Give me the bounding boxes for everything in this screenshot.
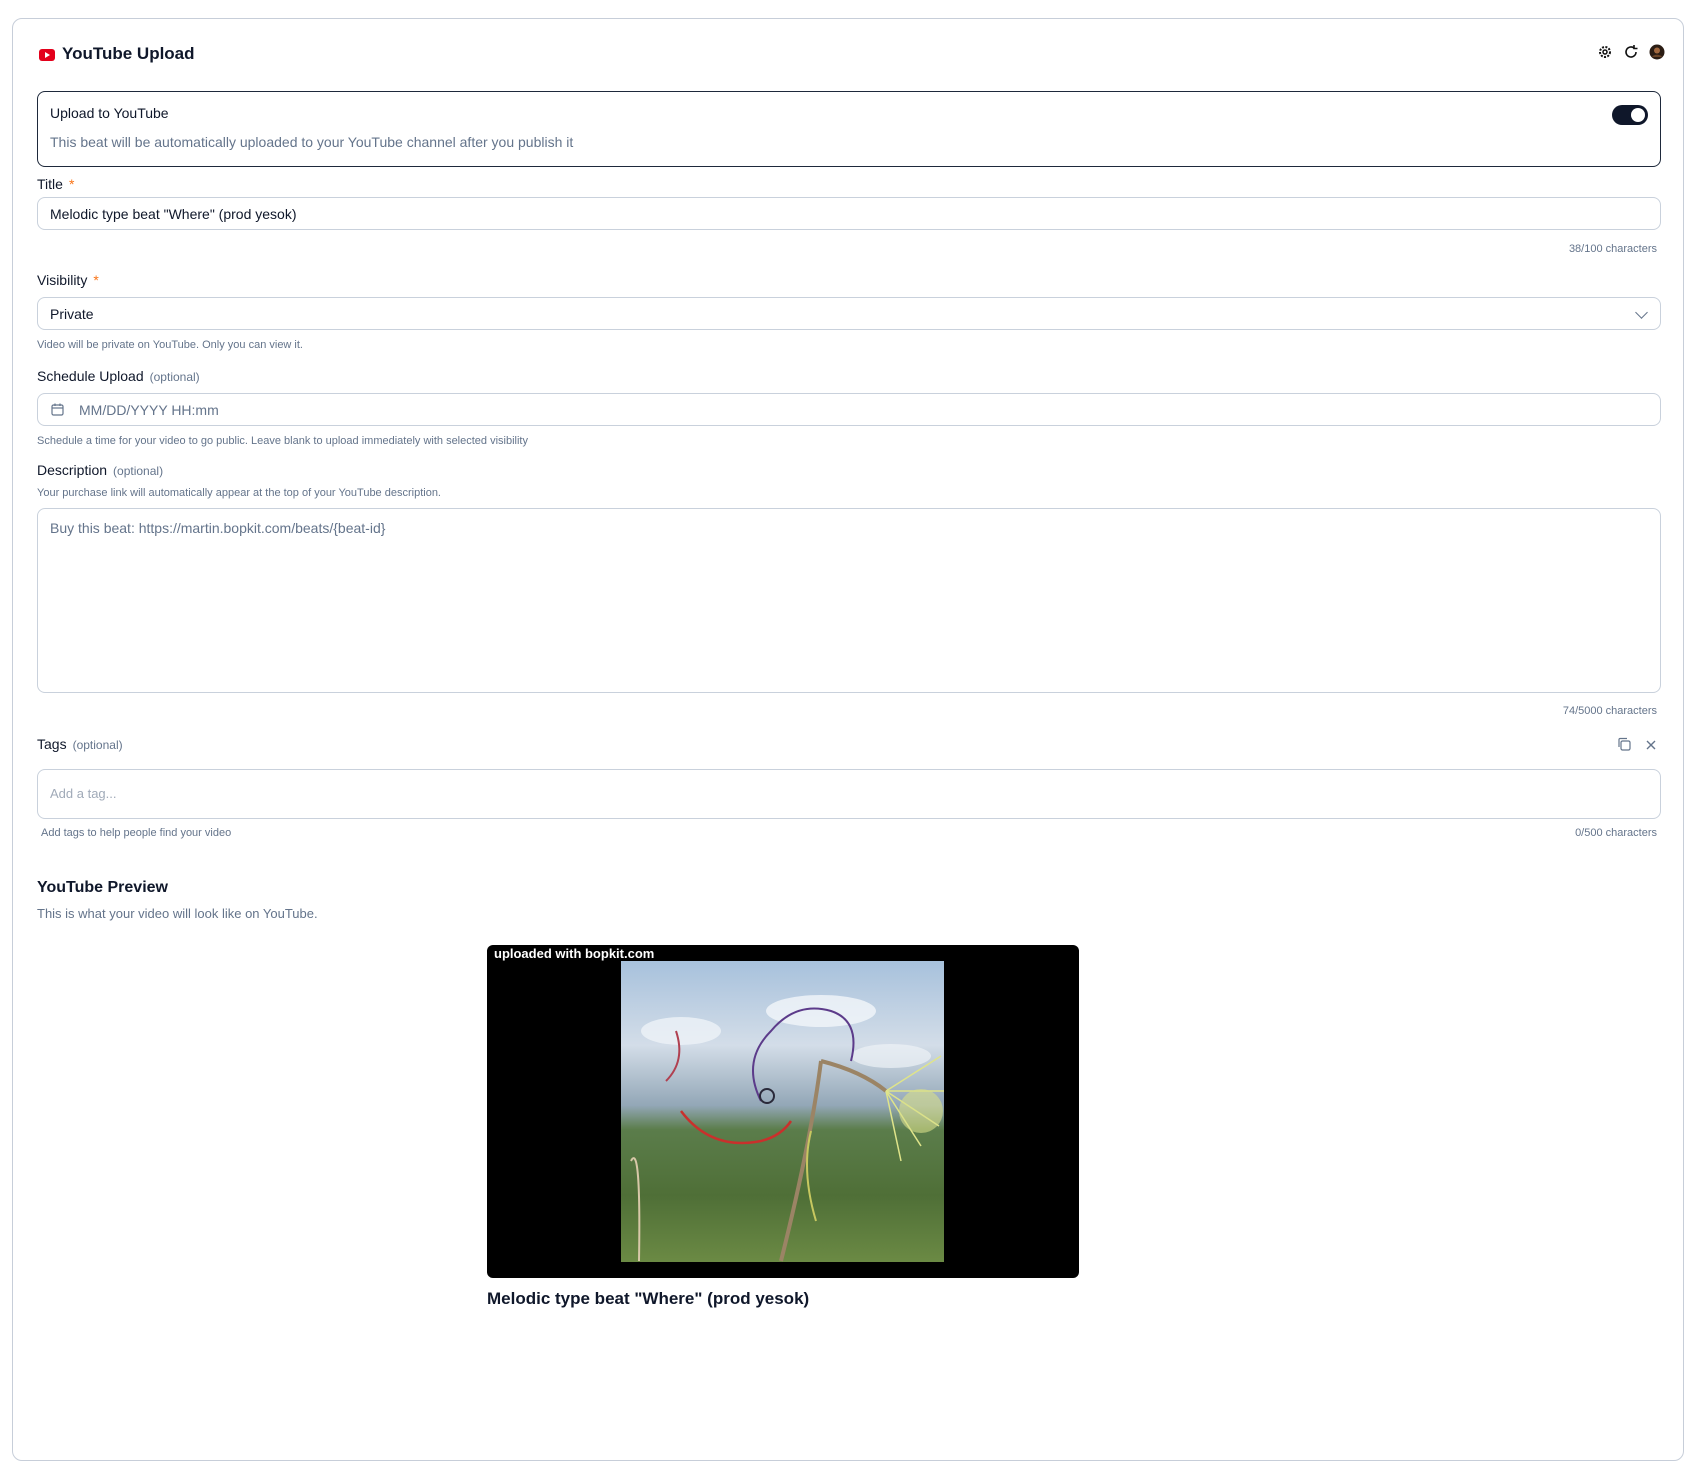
schedule-datetime-input[interactable]: MM/DD/YYYY HH:mm <box>37 393 1661 426</box>
tags-label: Tags (optional) <box>37 736 123 752</box>
tags-input[interactable]: Add a tag... <box>37 769 1661 819</box>
tags-placeholder: Add a tag... <box>50 786 117 801</box>
description-value: Buy this beat: https://martin.bopkit.com… <box>50 520 386 536</box>
required-mark: * <box>68 176 75 192</box>
youtube-logo-icon <box>39 49 55 61</box>
visibility-help-text: Video will be private on YouTube. Only y… <box>37 339 303 351</box>
visibility-selected-value: Private <box>50 306 94 322</box>
tags-char-counter: 0/500 characters <box>1575 827 1657 839</box>
video-preview-player[interactable]: uploaded with bopkit.com <box>487 945 1079 1278</box>
visibility-label-text: Visibility <box>37 272 88 288</box>
tags-label-text: Tags <box>37 736 67 752</box>
title-input-value: Melodic type beat "Where" (prod yesok) <box>50 206 297 222</box>
description-help-text: Your purchase link will automatically ap… <box>37 487 441 499</box>
visibility-label: Visibility * <box>37 272 99 288</box>
optional-tag: (optional) <box>72 738 123 752</box>
bopkit-watermark: uploaded with bopkit.com <box>494 946 655 961</box>
copy-tags-icon[interactable] <box>1617 737 1631 756</box>
settings-gear-icon[interactable] <box>1597 44 1613 60</box>
header-icons <box>1597 44 1665 60</box>
schedule-label: Schedule Upload (optional) <box>37 368 200 384</box>
youtube-preview-subtitle: This is what your video will look like o… <box>37 906 318 921</box>
optional-tag: (optional) <box>113 464 164 478</box>
title-char-counter: 38/100 characters <box>1568 243 1657 255</box>
description-label: Description (optional) <box>37 462 163 478</box>
title-input[interactable]: Melodic type beat "Where" (prod yesok) <box>37 197 1661 230</box>
calendar-icon <box>51 403 64 419</box>
card-title: YouTube Upload <box>62 44 195 63</box>
schedule-help-text: Schedule a time for your video to go pub… <box>37 435 528 447</box>
preview-video-title: Melodic type beat "Where" (prod yesok) <box>487 1289 810 1308</box>
schedule-placeholder: MM/DD/YYYY HH:mm <box>79 402 219 418</box>
title-label: Title * <box>37 176 74 192</box>
title-label-text: Title <box>37 176 63 192</box>
youtube-upload-card: YouTube Upload Upload to YouTube This be… <box>12 18 1684 1461</box>
optional-tag: (optional) <box>149 370 200 384</box>
description-label-text: Description <box>37 462 108 478</box>
visibility-select[interactable]: Private <box>37 297 1661 330</box>
video-thumbnail <box>621 961 944 1262</box>
youtube-preview-heading: YouTube Preview <box>37 879 168 896</box>
user-avatar[interactable] <box>1649 44 1665 60</box>
tags-help-text: Add tags to help people find your video <box>41 827 232 839</box>
description-char-counter: 74/5000 characters <box>1562 705 1657 717</box>
upload-toggle-description: This beat will be automatically uploaded… <box>50 134 574 150</box>
description-textarea[interactable]: Buy this beat: https://martin.bopkit.com… <box>37 508 1661 693</box>
clear-tags-icon[interactable] <box>1645 738 1657 756</box>
upload-to-youtube-panel: Upload to YouTube This beat will be auto… <box>37 91 1661 167</box>
required-mark: * <box>93 272 99 288</box>
upload-toggle-title: Upload to YouTube <box>50 105 169 121</box>
upload-toggle-switch[interactable] <box>1612 105 1648 125</box>
refresh-icon[interactable] <box>1623 44 1639 60</box>
schedule-label-text: Schedule Upload <box>37 368 144 384</box>
chevron-down-icon <box>1635 306 1648 319</box>
artwork-illustration <box>630 995 944 1262</box>
